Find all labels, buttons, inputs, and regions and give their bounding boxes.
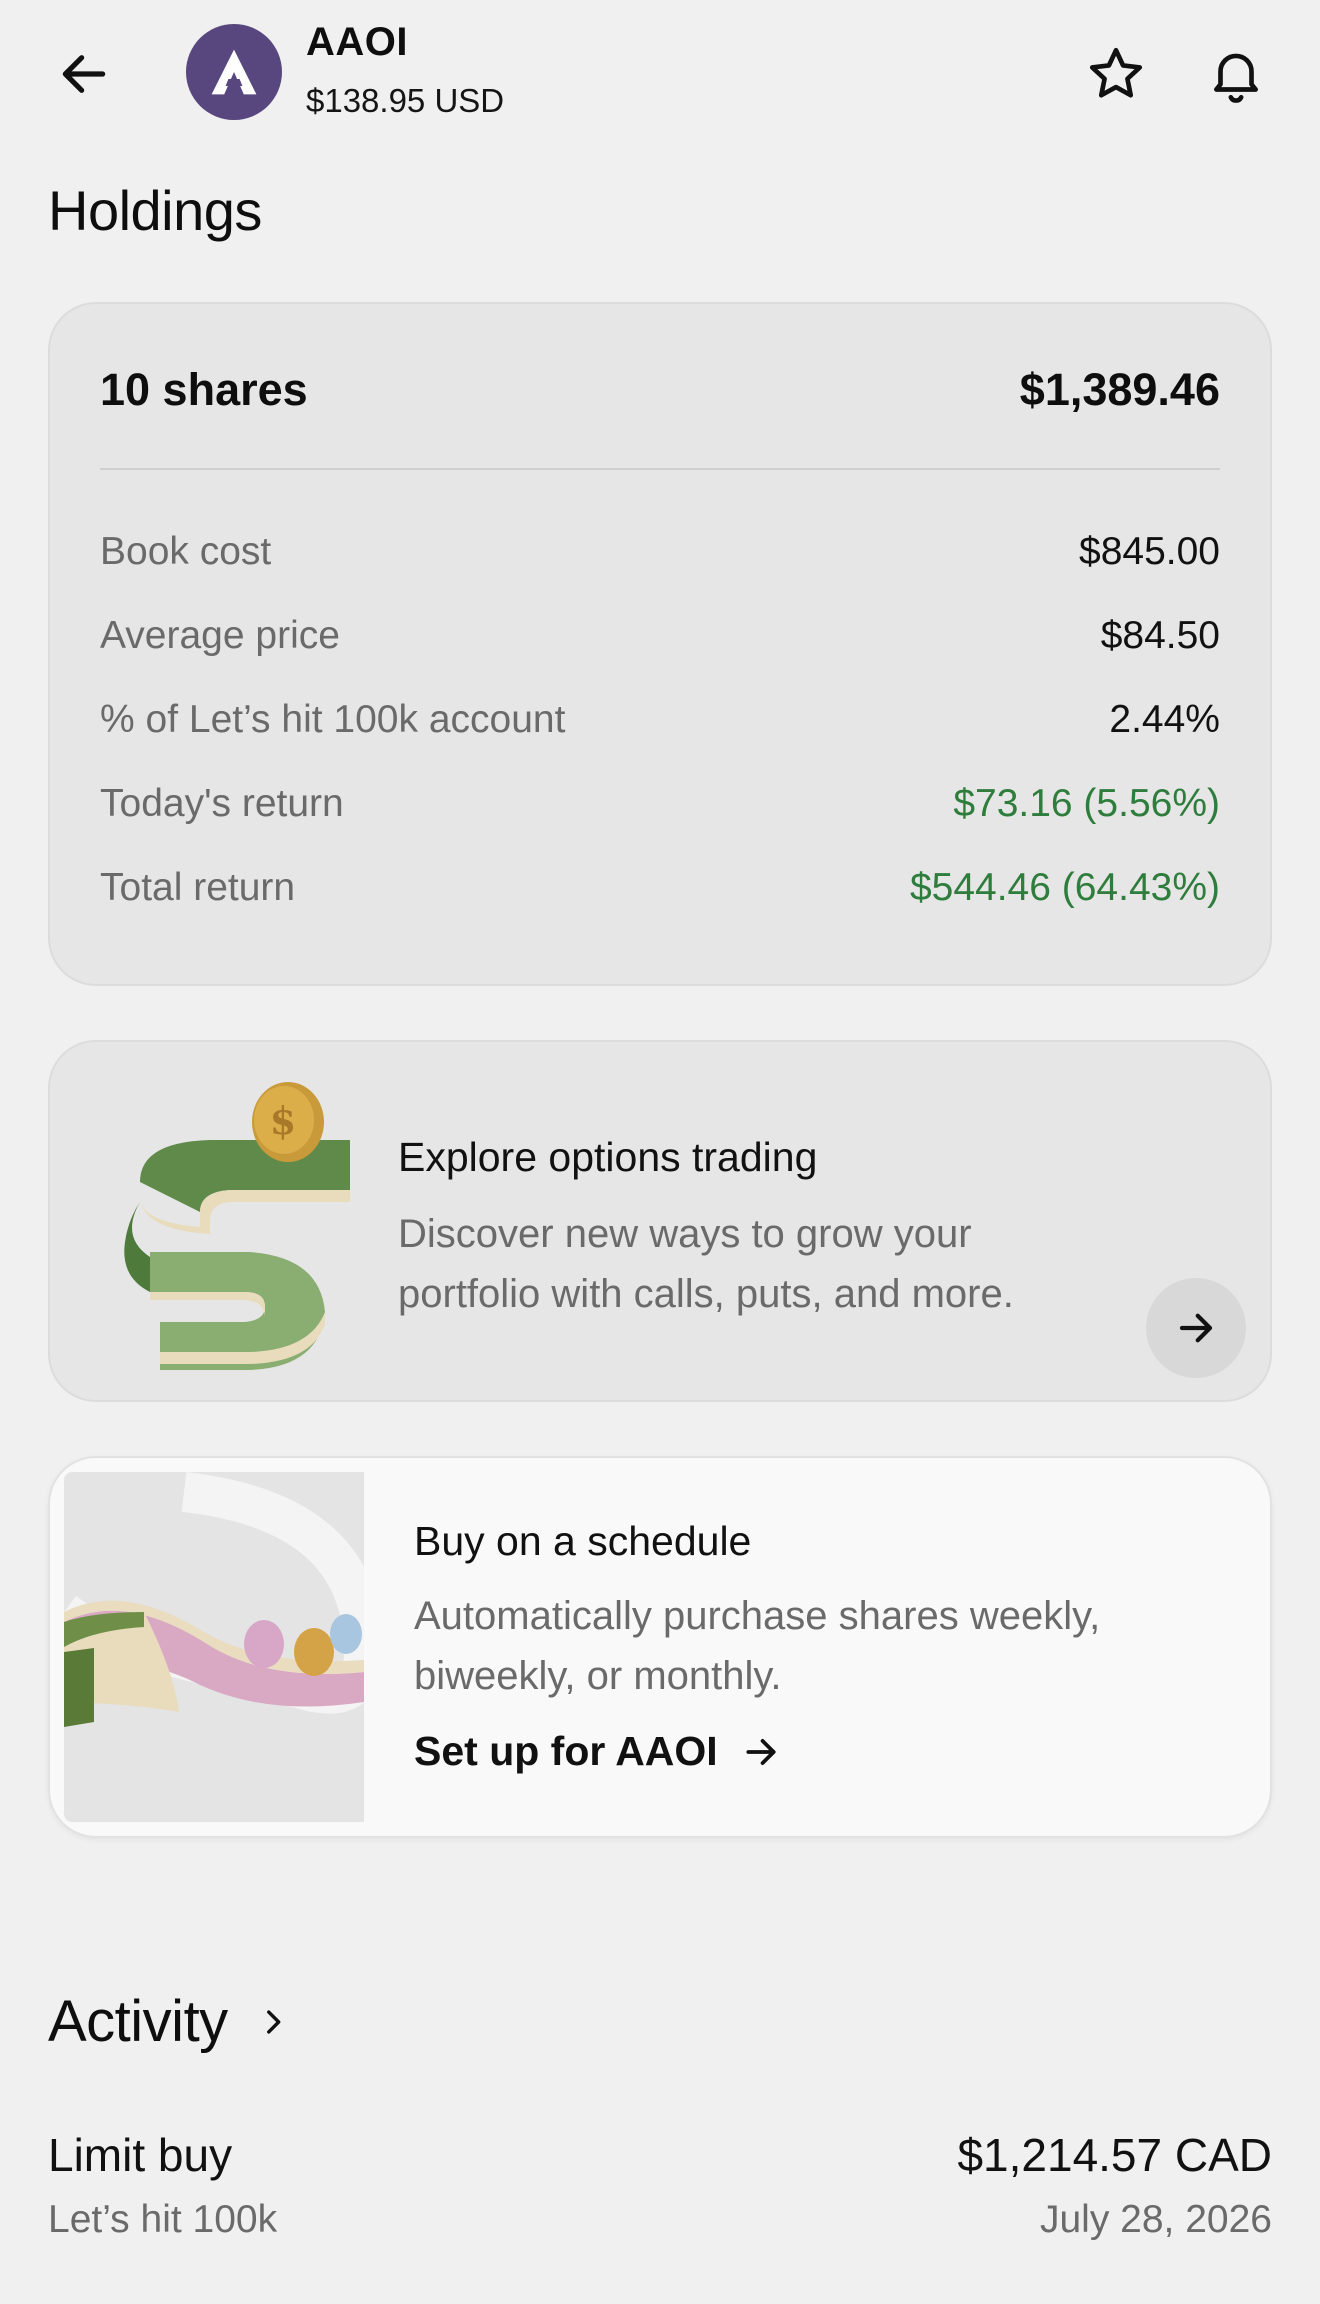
options-trading-promo-card[interactable]: $ Explore options trading Discover new w… <box>48 1040 1272 1402</box>
svg-text:$: $ <box>270 1098 296 1143</box>
order-type: Limit buy <box>48 2129 233 2181</box>
bell-icon <box>1214 53 1258 103</box>
chevron-right-icon <box>266 2009 281 2034</box>
options-promo-arrow-button[interactable] <box>1146 1278 1246 1378</box>
schedule-promo-title: Buy on a schedule <box>414 1518 752 1564</box>
arrow-right-icon <box>746 1738 776 1765</box>
todays-return-row: Today's return $73.16 (5.56%) <box>100 776 1220 832</box>
setup-recurring-buy-link[interactable]: Set up for AAOI <box>414 1728 780 1775</box>
account-percent-row: % of Let’s hit 100k account 2.44% <box>100 692 1220 748</box>
average-price-row: Average price $84.50 <box>100 608 1220 664</box>
row-label: % of Let’s hit 100k account <box>100 698 566 741</box>
options-promo-title: Explore options trading <box>398 1134 818 1180</box>
activity-item-right: $1,214.57 CAD July 28, 2026 <box>957 2128 1272 2242</box>
header: AAOI $138.95 USD <box>0 0 1320 150</box>
watchlist-button[interactable] <box>1078 36 1154 112</box>
shares-count: 10 shares <box>100 364 308 415</box>
account-name: Let’s hit 100k <box>48 2198 278 2241</box>
row-label: Book cost <box>100 530 272 573</box>
row-value: $544.46 (64.43%) <box>909 866 1220 909</box>
company-logo <box>186 24 282 120</box>
arrow-left-icon <box>62 55 106 93</box>
activity-heading: Activity <box>48 1989 228 2054</box>
logo-letter-icon <box>211 49 257 95</box>
security-detail-page: AAOI $138.95 USD Holdings 10 shares $1,3… <box>0 0 1320 2304</box>
schedule-illustration-art <box>64 1472 364 1727</box>
divider <box>100 468 1220 470</box>
star-icon <box>1089 47 1143 98</box>
holdings-summary-row: 10 shares $1,389.46 <box>100 360 1220 420</box>
holdings-heading: Holdings <box>48 179 262 242</box>
setup-link-label: Set up for AAOI <box>414 1728 718 1774</box>
current-price: $138.95 USD <box>306 82 505 119</box>
row-label: Average price <box>100 614 340 657</box>
back-button[interactable] <box>48 38 120 110</box>
row-label: Today's return <box>100 782 344 825</box>
activity-heading-link[interactable]: Activity <box>48 1988 290 2055</box>
price-alert-button[interactable] <box>1198 36 1274 112</box>
order-amount: $1,214.57 CAD <box>957 2129 1272 2181</box>
recurring-buy-promo-card[interactable]: Buy on a schedule Automatically purchase… <box>48 1456 1272 1838</box>
row-value: 2.44% <box>1109 698 1220 741</box>
options-promo-description: Discover new ways to grow your portfolio… <box>398 1212 1014 1316</box>
activity-item-left: Limit buy Let’s hit 100k <box>48 2128 277 2242</box>
total-return-row: Total return $544.46 (64.43%) <box>100 860 1220 916</box>
order-date: July 28, 2026 <box>1039 2198 1272 2241</box>
row-value: $73.16 (5.56%) <box>953 782 1220 825</box>
options-illustration: $ <box>124 1082 350 1370</box>
book-cost-row: Book cost $845.00 <box>100 524 1220 580</box>
row-value: $84.50 <box>1100 614 1220 657</box>
schedule-promo-description: Automatically purchase shares weekly, bi… <box>414 1594 1101 1698</box>
row-label: Total return <box>100 866 296 909</box>
schedule-illustration <box>64 1472 364 1822</box>
ticker-symbol: AAOI <box>306 20 408 64</box>
arrow-right-icon <box>1179 1313 1213 1343</box>
market-value: $1,389.46 <box>1019 364 1220 415</box>
holdings-card: 10 shares $1,389.46 Book cost $845.00 Av… <box>48 302 1272 986</box>
row-value: $845.00 <box>1079 530 1220 573</box>
